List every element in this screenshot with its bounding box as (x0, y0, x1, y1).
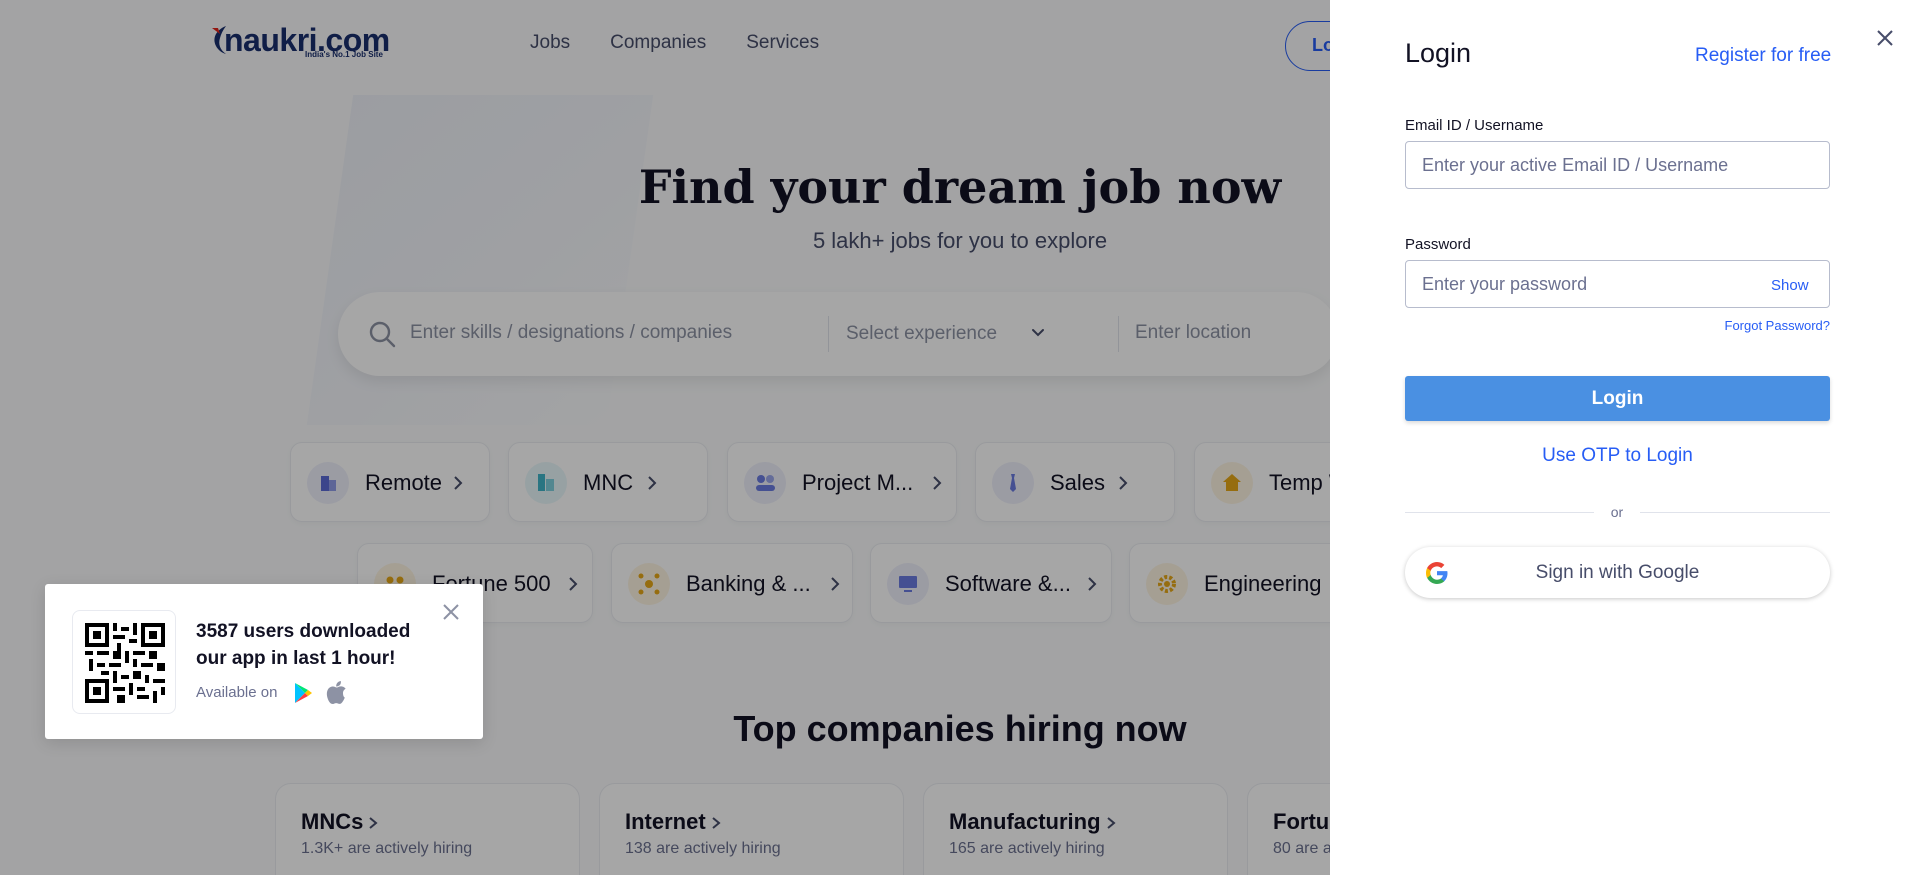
login-title: Login (1405, 38, 1472, 68)
register-link[interactable]: Register for free (1695, 45, 1831, 67)
password-field[interactable] (1405, 260, 1830, 308)
available-on-label: Available on (196, 684, 278, 701)
or-label: or (1594, 504, 1640, 520)
login-drawer: Login Register for free Email ID / Usern… (1330, 0, 1920, 875)
app-download-popup: 3587 users downloaded our app in last 1 … (45, 584, 483, 739)
google-signin-label: Sign in with Google (1535, 562, 1700, 583)
otp-login-link[interactable]: Use OTP to Login (1405, 445, 1830, 467)
forgot-password-link[interactable]: Forgot Password? (1714, 318, 1831, 333)
app-download-message: 3587 users downloaded our app in last 1 … (196, 621, 411, 669)
apple-icon[interactable] (325, 680, 347, 704)
email-label: Email ID / Username (1405, 117, 1544, 134)
email-field[interactable] (1405, 141, 1830, 189)
modal-backdrop[interactable] (0, 0, 1330, 875)
login-button[interactable]: Login (1405, 376, 1830, 421)
qr-code (72, 610, 176, 714)
password-label: Password (1405, 236, 1471, 253)
close-icon[interactable] (1875, 28, 1895, 48)
qr-code-icon (85, 623, 165, 703)
google-play-icon[interactable] (293, 682, 313, 704)
close-icon[interactable] (441, 602, 461, 622)
show-password-toggle[interactable]: Show (1771, 277, 1809, 294)
google-signin-button[interactable]: Sign in with Google (1405, 547, 1830, 598)
